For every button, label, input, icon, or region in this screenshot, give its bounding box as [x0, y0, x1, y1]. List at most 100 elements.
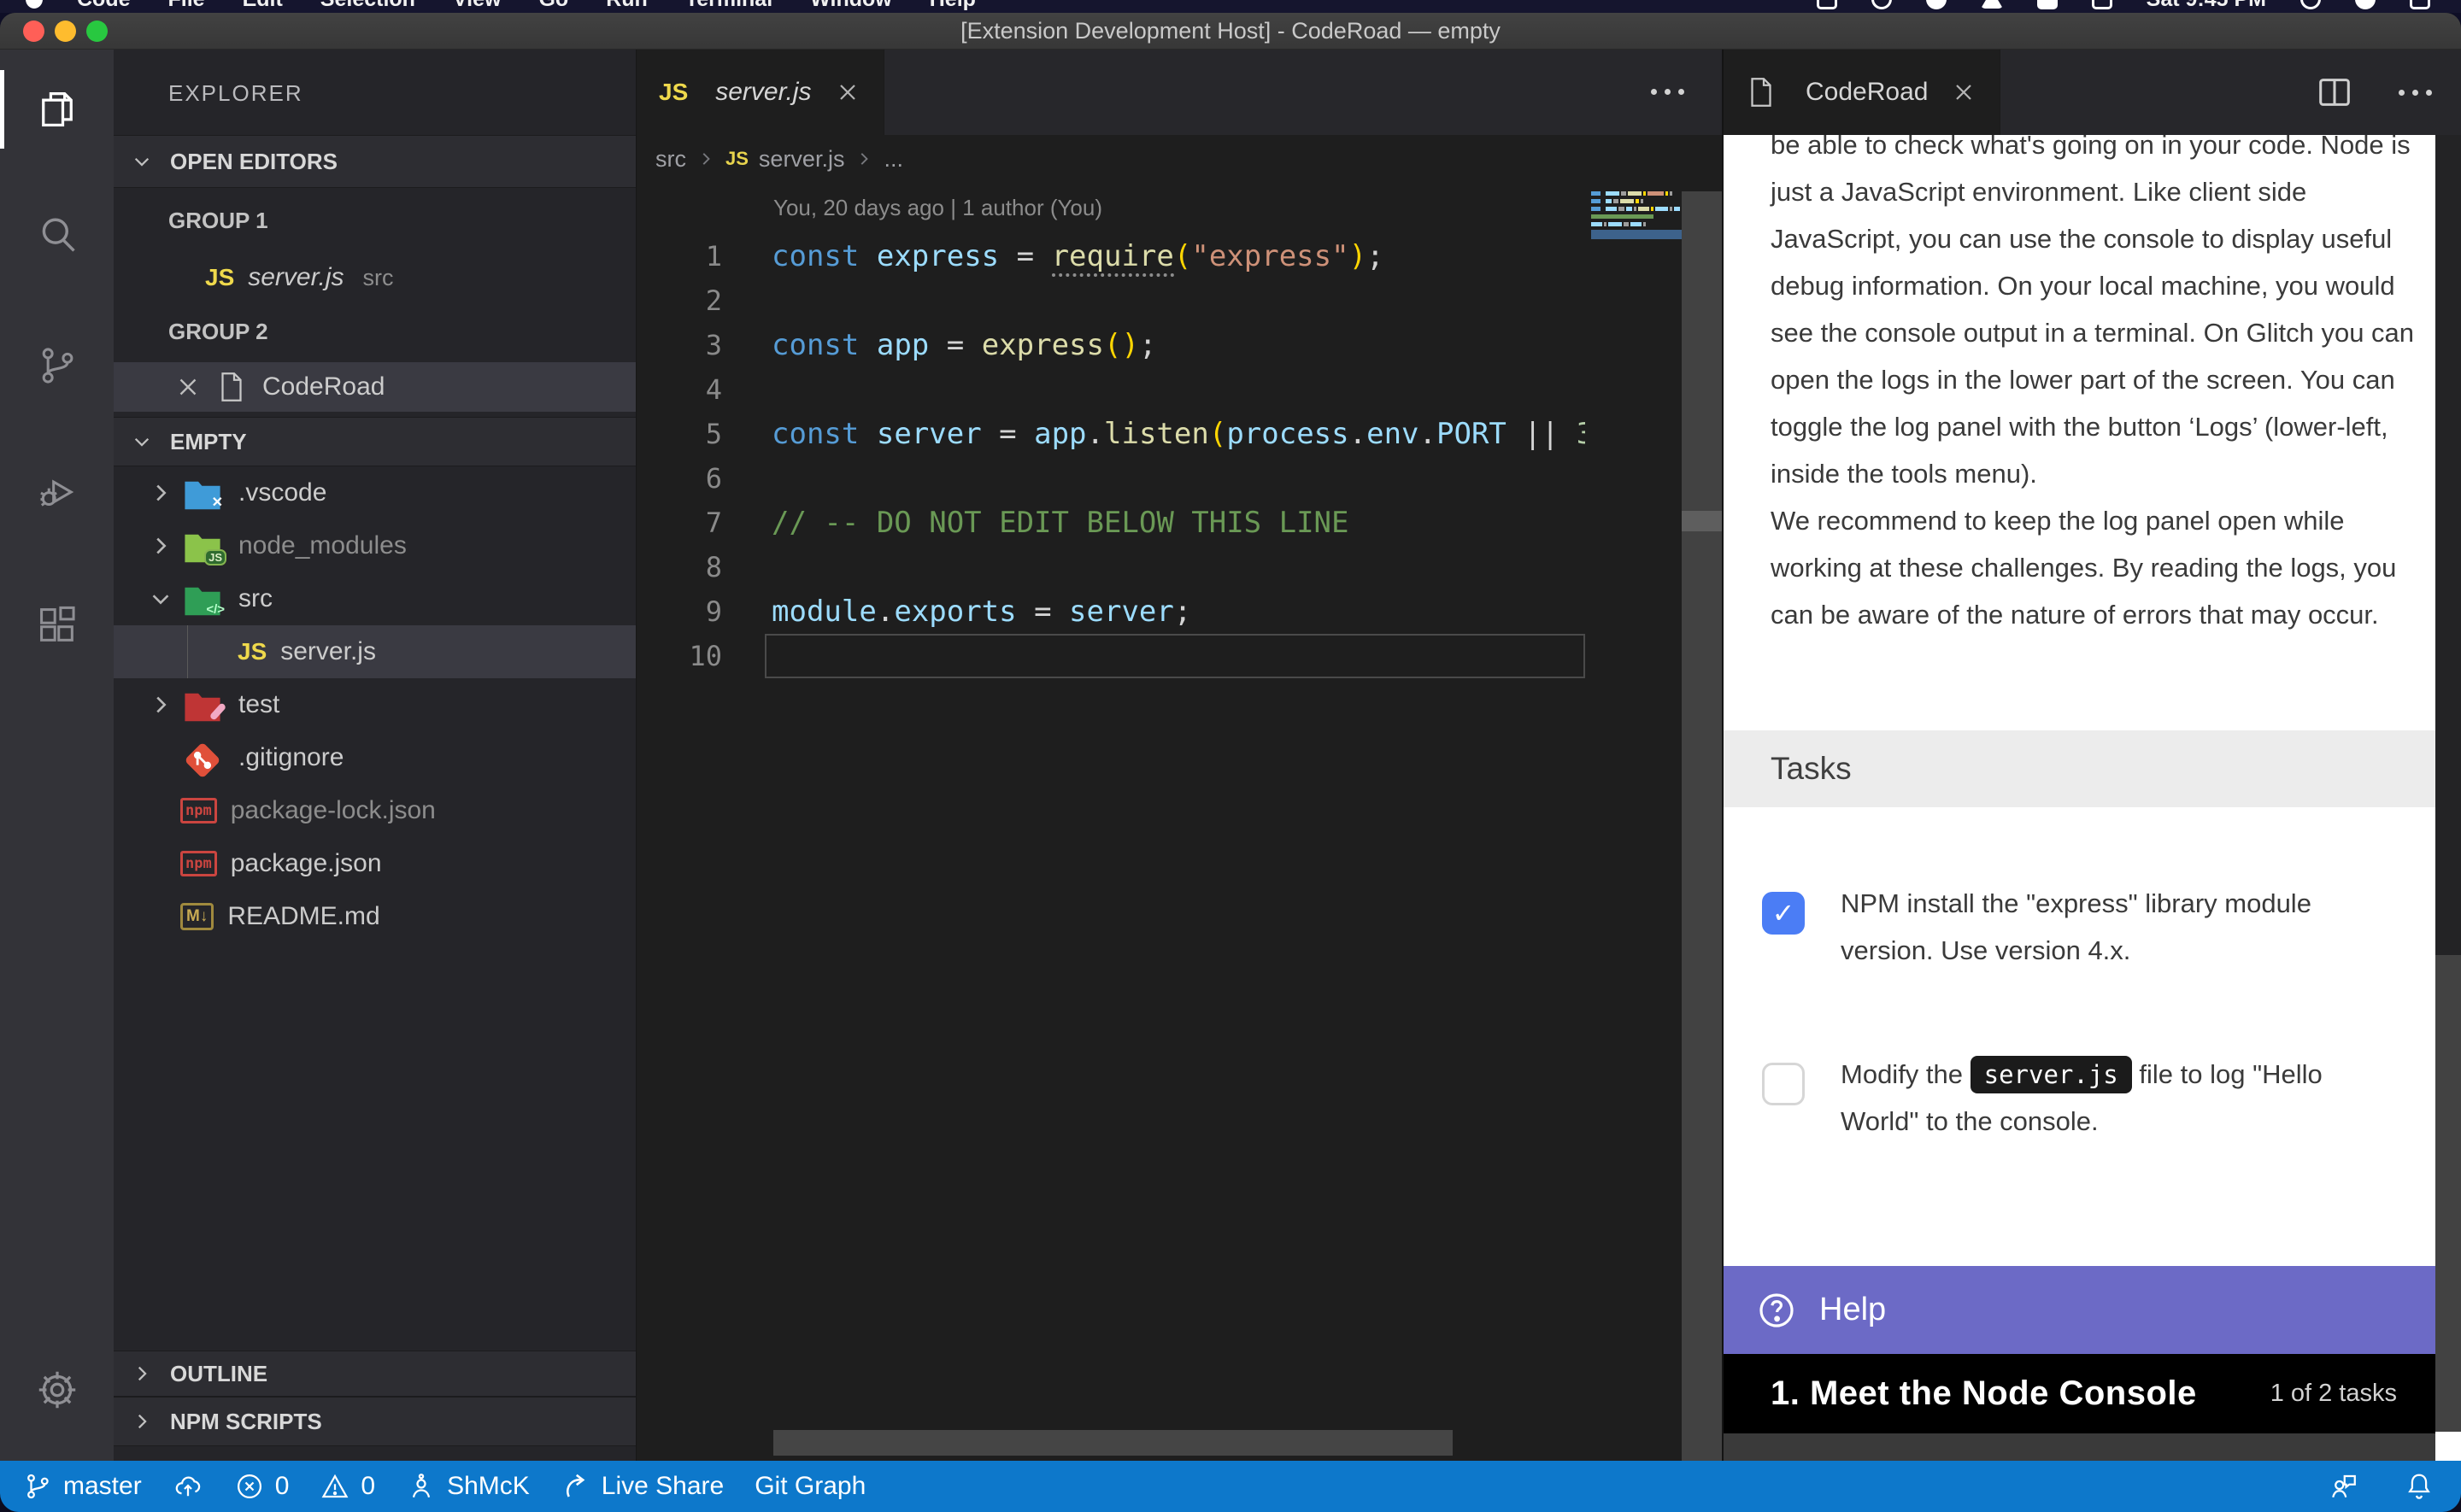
help-icon: [1756, 1290, 1797, 1331]
tree-item-label: test: [238, 690, 279, 719]
tree-item-label: README.md: [227, 902, 379, 931]
panel-scrollbar[interactable]: [2435, 135, 2461, 1461]
activity-search[interactable]: [0, 190, 114, 279]
status-bar: master 00 ShMcK Live Share Git Graph: [0, 1461, 2461, 1512]
activity-run-debug[interactable]: [0, 448, 114, 536]
breadcrumb-item[interactable]: server.js: [759, 146, 845, 173]
folder-section-header[interactable]: EMPTY: [114, 417, 636, 466]
breadcrumb-item[interactable]: ...: [884, 146, 903, 173]
split-editor-icon[interactable]: [2315, 73, 2354, 112]
line-number[interactable]: 2: [637, 284, 722, 317]
status-0[interactable]: 0: [234, 1471, 290, 1502]
open-editors-header[interactable]: OPEN EDITORS: [114, 135, 636, 188]
code-editor[interactable]: 1const express = require("express"); 2 3co…: [637, 234, 1585, 678]
codelens-annotation[interactable]: You, 20 days ago | 1 author (You): [773, 195, 1102, 221]
chevron-right-icon: [148, 480, 173, 506]
activity-extensions[interactable]: [0, 581, 114, 670]
line-number[interactable]: 3: [637, 329, 722, 361]
menubar-clock[interactable]: Sat 9:45 PM: [2147, 0, 2266, 12]
activity-settings[interactable]: [0, 1345, 114, 1434]
code-line[interactable]: 5const server = app.listen(process.env.P…: [637, 412, 1585, 456]
tab-server-js[interactable]: JS server.js: [637, 50, 884, 135]
code-line[interactable]: 4: [637, 367, 1585, 412]
status-label: ShMcK: [447, 1472, 530, 1501]
line-number[interactable]: 1: [637, 240, 722, 273]
feedback-icon: [2328, 1470, 2360, 1503]
status-shmck[interactable]: ShMcK: [406, 1471, 530, 1502]
code-line[interactable]: 9module.exports = server;: [637, 589, 1585, 634]
menu-run[interactable]: Run: [587, 0, 667, 12]
tree-item-label: server.js: [280, 637, 376, 666]
menu-selection[interactable]: Selection: [302, 0, 434, 12]
apple-menu-icon[interactable]: [26, 0, 43, 9]
line-number[interactable]: 10: [637, 640, 722, 672]
status-bell[interactable]: [2403, 1470, 2435, 1503]
breadcrumb-item[interactable]: src: [655, 146, 686, 173]
tree-item-test[interactable]: test: [114, 678, 636, 731]
status-master[interactable]: master: [22, 1471, 142, 1502]
menu-terminal[interactable]: Terminal: [667, 0, 791, 12]
line-number[interactable]: 4: [637, 373, 722, 406]
tree-item-readme-md[interactable]: M↓README.md: [114, 890, 636, 943]
line-number[interactable]: 7: [637, 507, 722, 539]
close-icon[interactable]: [834, 79, 861, 106]
code-line[interactable]: 7// -- DO NOT EDIT BELOW THIS LINE: [637, 501, 1585, 545]
open-editor-row[interactable]: JSserver.jssrc: [114, 253, 636, 302]
tab-coderoad[interactable]: CodeRoad: [1724, 50, 2000, 135]
minimap[interactable]: [1591, 191, 1682, 239]
menu-file[interactable]: File: [150, 0, 224, 12]
breadcrumb-separator-icon: [696, 149, 715, 168]
help-bar[interactable]: Help: [1724, 1266, 2435, 1354]
code-line[interactable]: 3const app = express();: [637, 323, 1585, 367]
menu-help[interactable]: Help: [911, 0, 995, 12]
editor-more-actions-icon[interactable]: [1651, 89, 1684, 95]
tree-item-server-js[interactable]: JS server.js: [114, 625, 636, 678]
open-editor-row[interactable]: CodeRoad: [114, 362, 636, 412]
menu-code[interactable]: Code: [58, 0, 150, 12]
line-number[interactable]: 5: [637, 418, 722, 450]
code-line[interactable]: 8: [637, 545, 1585, 589]
activity-source-control[interactable]: [0, 321, 114, 410]
task-checkbox[interactable]: [1762, 1063, 1805, 1105]
tree-item--gitignore[interactable]: .gitignore: [114, 731, 636, 784]
js-icon: JS: [238, 638, 267, 665]
npm-icon: npm: [180, 851, 217, 876]
title-bar[interactable]: [Extension Development Host] - CodeRoad …: [0, 13, 2461, 50]
close-icon[interactable]: [1950, 79, 1977, 106]
panel-more-actions-icon[interactable]: [2399, 90, 2432, 96]
menu-go[interactable]: Go: [520, 0, 587, 12]
line-number[interactable]: 6: [637, 462, 722, 495]
status-live-share[interactable]: Live Share: [561, 1471, 724, 1502]
tree-item--vscode[interactable]: ✕.vscode: [114, 466, 636, 519]
tree-item-src[interactable]: </>src: [114, 572, 636, 625]
line-number[interactable]: 9: [637, 595, 722, 628]
menu-view[interactable]: View: [434, 0, 520, 12]
horizontal-scrollbar[interactable]: [773, 1430, 1453, 1456]
status-cloud[interactable]: [173, 1471, 203, 1502]
vertical-scrollbar[interactable]: [1682, 191, 1722, 1461]
status-label: master: [63, 1472, 142, 1501]
menu-window[interactable]: Window: [791, 0, 911, 12]
footer-strip: [1724, 1433, 2435, 1461]
code-line[interactable]: 1const express = require("express");: [637, 234, 1585, 278]
npm-scripts-section-header[interactable]: NPM SCRIPTS: [114, 1397, 636, 1446]
menubar-status-icons[interactable]: Sat 9:45 PM: [1817, 0, 2461, 12]
status-0[interactable]: 0: [320, 1471, 375, 1502]
activity-explorer[interactable]: [0, 65, 114, 154]
code-line[interactable]: 6: [637, 456, 1585, 501]
tree-item-node-modules[interactable]: JSnode_modules: [114, 519, 636, 572]
breadcrumb-separator-icon: [855, 149, 873, 168]
tree-item-package-json[interactable]: npmpackage.json: [114, 837, 636, 890]
outline-section-header[interactable]: OUTLINE: [114, 1351, 636, 1397]
tree-item-package-lock-json[interactable]: npmpackage-lock.json: [114, 784, 636, 837]
close-icon[interactable]: [173, 372, 203, 401]
code-line[interactable]: 2: [637, 278, 1585, 323]
task-checkbox[interactable]: ✓: [1762, 892, 1805, 935]
breadcrumb[interactable]: srcJSserver.js...: [637, 135, 903, 183]
status-feedback[interactable]: [2328, 1470, 2360, 1503]
status-icon: [1926, 0, 1947, 9]
line-number[interactable]: 8: [637, 551, 722, 583]
tasks-section-header: Tasks: [1724, 730, 2435, 807]
status-git-graph[interactable]: Git Graph: [755, 1472, 866, 1501]
menu-edit[interactable]: Edit: [224, 0, 302, 12]
